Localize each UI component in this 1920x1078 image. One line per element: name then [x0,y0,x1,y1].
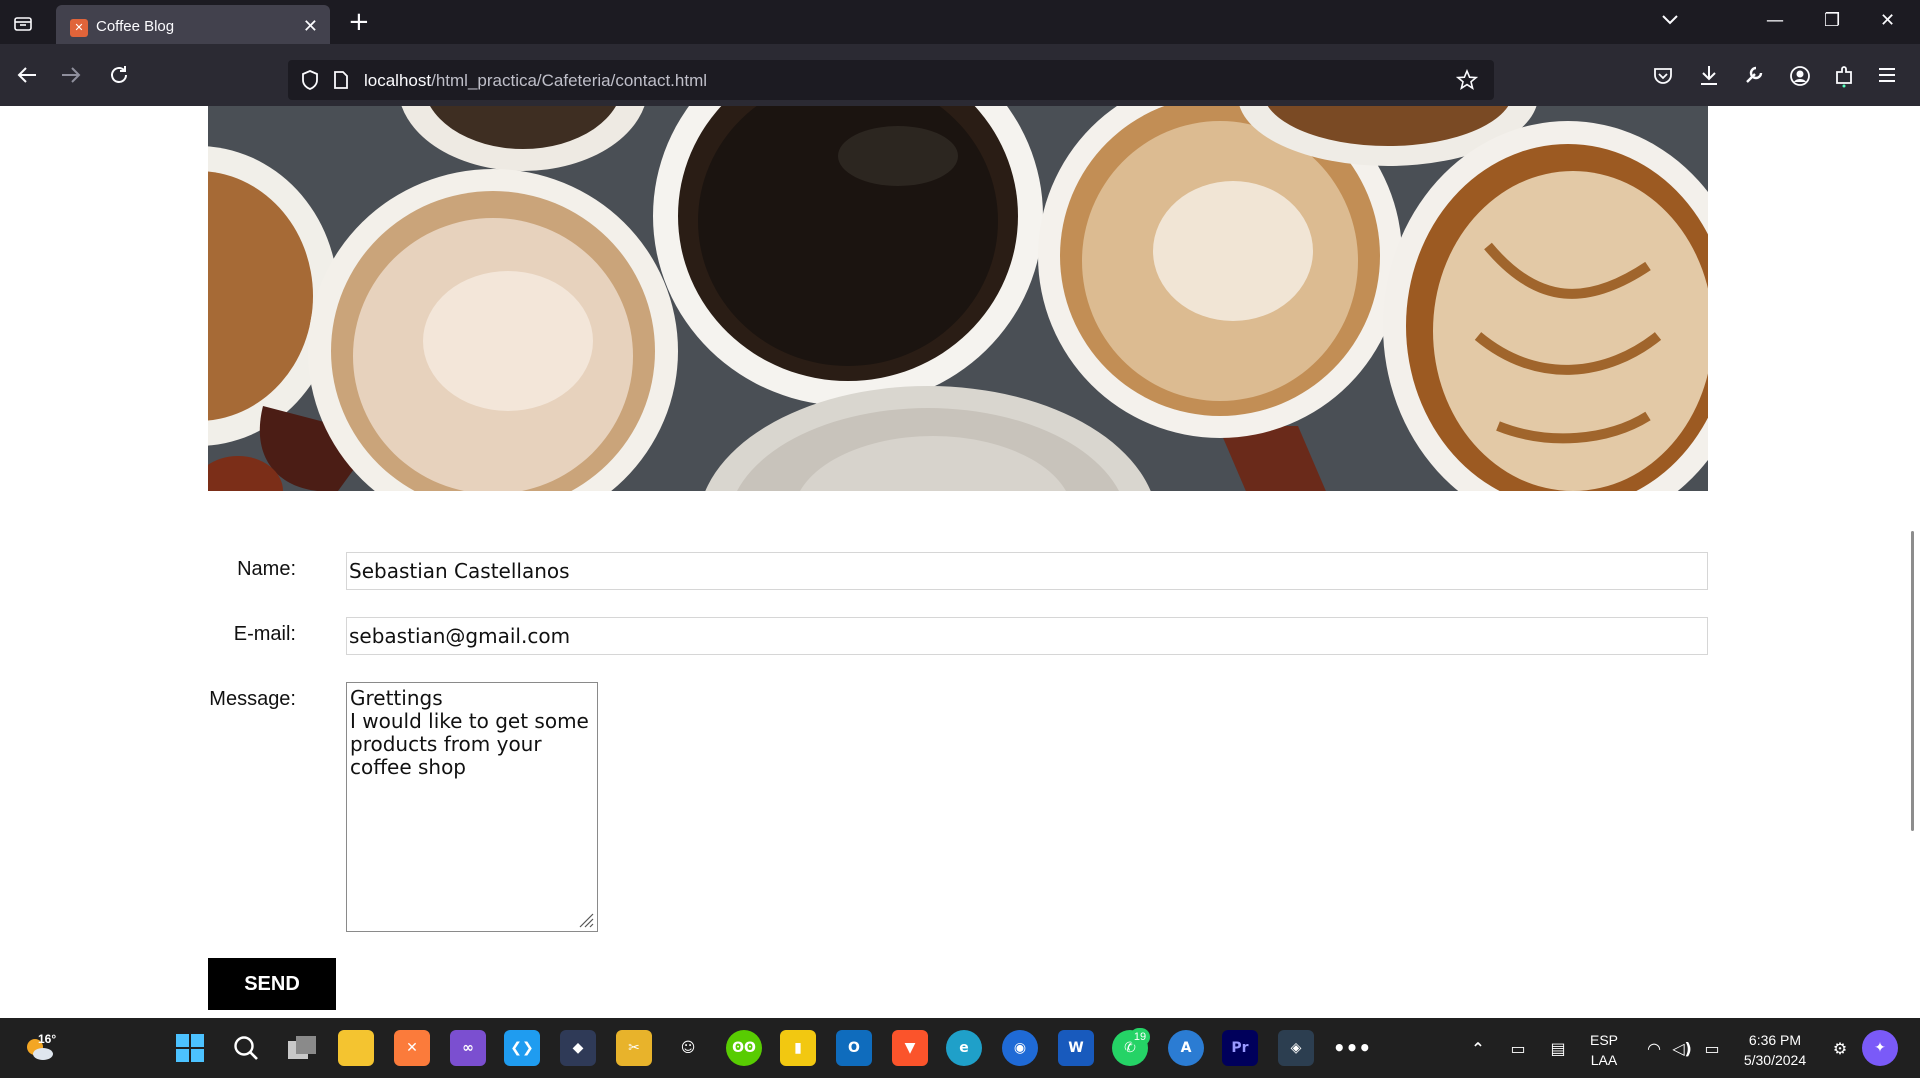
brave-browser-icon[interactable]: ▼ [892,1030,928,1066]
word-icon[interactable]: W [1058,1030,1094,1066]
search-button[interactable] [228,1030,264,1066]
app-store-icon[interactable]: A [1168,1030,1204,1066]
tab-strip: ✕ Coffee Blog ✕ + — ❐ ✕ [0,0,1920,49]
restore-icon[interactable]: ❐ [1824,10,1840,31]
tablet-icon[interactable]: ▤ [1540,1030,1576,1066]
cast-icon[interactable]: ▭ [1500,1030,1536,1066]
back-arrow-icon [17,67,36,83]
page-scrollbar[interactable] [1911,531,1914,831]
windows-logo-icon [176,1034,204,1062]
file-explorer-icon[interactable] [338,1030,374,1066]
forward-arrow-icon [62,67,81,83]
notification-icon[interactable]: ⚙ [1822,1030,1858,1066]
folder-tabs-icon [14,17,32,31]
email-label: E-mail: [233,623,296,645]
wrench-icon[interactable] [1743,64,1765,86]
battery-icon[interactable]: ▭ [1694,1030,1730,1066]
url-host: localhost [364,71,432,90]
url-path: /html_practica/Cafeteria/contact.html [431,71,708,90]
power-bi-icon[interactable]: ▮ [780,1030,816,1066]
back-button[interactable] [12,60,42,90]
minimize-icon[interactable]: — [1766,10,1784,31]
windows-taskbar: 16° ✕ ∞ ❮❯ ◆ ✂ ☺ ʘʘ ▮ O ▼ e ◉ W ✆ 19 A P… [0,1018,1920,1078]
keyboard-layout-indicator[interactable]: LAA [1584,1052,1624,1068]
send-button[interactable]: SEND [208,958,336,1010]
window-close-icon[interactable]: ✕ [1880,10,1895,31]
forward-button[interactable] [56,60,86,90]
bookmark-star-icon[interactable] [1456,69,1478,91]
url-text[interactable]: localhost/html_practica/Cafeteria/contac… [364,71,707,91]
resize-handle-icon[interactable] [578,912,594,928]
vscode-icon[interactable]: ❮❯ [504,1030,540,1066]
new-tab-icon[interactable]: + [348,9,370,35]
reload-button[interactable] [104,60,134,90]
shield-icon[interactable] [300,69,320,91]
navigation-toolbar: localhost/html_practica/Cafeteria/contac… [0,44,1920,106]
active-app-icon[interactable]: ◈ [1278,1030,1314,1066]
firefox-icon[interactable]: ◉ [1002,1030,1038,1066]
name-label: Name: [237,558,296,580]
list-all-tabs-chevron-icon[interactable] [1660,12,1680,31]
copilot-icon[interactable]: ✦ [1862,1030,1898,1066]
email-input[interactable]: sebastian@gmail.com [346,617,1708,655]
reload-icon [111,66,127,83]
message-label: Message: [209,688,296,710]
clock-time[interactable]: 6:36 PM [1736,1032,1814,1048]
tab-title: Coffee Blog [96,18,175,35]
whatsapp-badge: 19 [1130,1028,1150,1046]
tab-list-button[interactable] [6,8,40,38]
task-view-icon [288,1036,316,1059]
menu-icon[interactable] [1877,66,1897,84]
xampp-icon[interactable]: ✕ [394,1030,430,1066]
emoji-app-icon[interactable]: ☺ [670,1030,706,1066]
visual-studio-icon[interactable]: ∞ [450,1030,486,1066]
start-button[interactable] [172,1030,208,1066]
edge-icon[interactable]: e [946,1030,982,1066]
dev-tool-icon[interactable]: ◆ [560,1030,596,1066]
language-indicator[interactable]: ESP [1584,1032,1624,1048]
premiere-pro-icon[interactable]: Pr [1222,1030,1258,1066]
coffee-cups-hero-image [208,106,1708,491]
tab-coffee-blog[interactable]: ✕ Coffee Blog ✕ [56,5,330,49]
weather-temp: 16° [38,1032,57,1046]
duolingo-icon[interactable]: ʘʘ [726,1030,762,1066]
more-apps-icon[interactable]: ••• [1333,1030,1371,1066]
clock-date[interactable]: 5/30/2024 [1736,1052,1814,1068]
pocket-icon[interactable] [1652,65,1674,87]
page-icon[interactable] [332,70,350,90]
close-tab-icon[interactable]: ✕ [303,16,318,37]
account-icon[interactable] [1788,64,1812,88]
url-bar[interactable]: localhost/html_practica/Cafeteria/contac… [288,60,1494,100]
xampp-favicon-icon: ✕ [70,19,88,37]
extensions-icon[interactable] [1833,64,1855,88]
message-textarea[interactable]: Grettings I would like to get some produ… [346,682,598,932]
downloads-icon[interactable] [1698,64,1720,88]
page-content: Name: Sebastian Castellanos E-mail: seba… [0,106,1920,1018]
name-input[interactable]: Sebastian Castellanos [346,552,1708,590]
outlook-icon[interactable]: O [836,1030,872,1066]
show-hidden-icons-chevron-icon[interactable]: ⌃ [1460,1030,1496,1066]
snipping-tool-icon[interactable]: ✂ [616,1030,652,1066]
search-icon [234,1036,258,1060]
task-view-button[interactable] [284,1030,320,1066]
